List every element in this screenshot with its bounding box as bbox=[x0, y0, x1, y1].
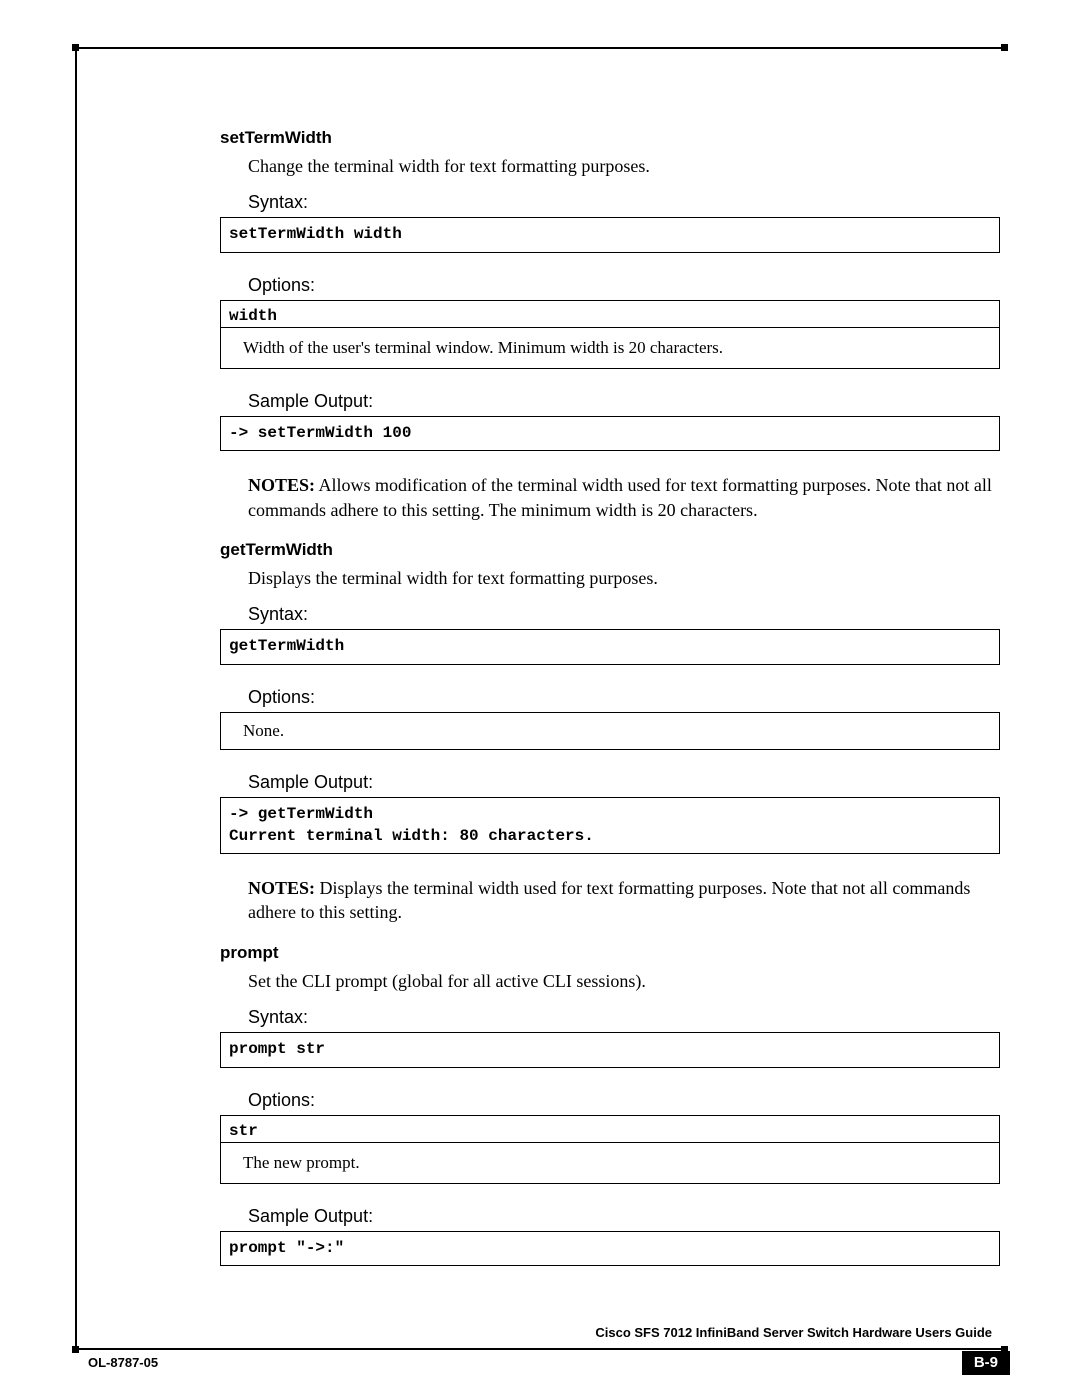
command-heading-gettermwidth: getTermWidth bbox=[220, 540, 1000, 560]
options-label: Options: bbox=[248, 687, 1000, 708]
footer-book-title: Cisco SFS 7012 InfiniBand Server Switch … bbox=[595, 1325, 992, 1340]
option-desc: None. bbox=[221, 713, 999, 749]
notes-label: NOTES: bbox=[248, 878, 315, 898]
options-box: str The new prompt. bbox=[220, 1115, 1000, 1184]
sample-output-box: -> setTermWidth 100 bbox=[220, 416, 1000, 452]
footer-doc-id: OL-8787-05 bbox=[88, 1355, 158, 1370]
notes-body: Displays the terminal width used for tex… bbox=[248, 878, 970, 922]
command-desc: Change the terminal width for text forma… bbox=[248, 154, 1000, 178]
notes-text: NOTES: Displays the terminal width used … bbox=[248, 876, 1000, 925]
option-name: width bbox=[221, 301, 999, 328]
sample-output-box: -> getTermWidth Current terminal width: … bbox=[220, 797, 1000, 854]
syntax-label: Syntax: bbox=[248, 192, 1000, 213]
options-box: None. bbox=[220, 712, 1000, 750]
options-label: Options: bbox=[248, 275, 1000, 296]
notes-text: NOTES: Allows modification of the termin… bbox=[248, 473, 1000, 522]
option-desc: Width of the user's terminal window. Min… bbox=[221, 328, 999, 368]
command-desc: Set the CLI prompt (global for all activ… bbox=[248, 969, 1000, 993]
notes-label: NOTES: bbox=[248, 475, 315, 495]
page-number: B-9 bbox=[962, 1351, 1010, 1375]
sample-output-box: prompt "->:" bbox=[220, 1231, 1000, 1267]
notes-body: Allows modification of the terminal widt… bbox=[248, 475, 992, 519]
command-desc: Displays the terminal width for text for… bbox=[248, 566, 1000, 590]
syntax-box: prompt str bbox=[220, 1032, 1000, 1068]
sample-output-label: Sample Output: bbox=[248, 772, 1000, 793]
option-name: str bbox=[221, 1116, 999, 1143]
sample-output-label: Sample Output: bbox=[248, 1206, 1000, 1227]
syntax-label: Syntax: bbox=[248, 604, 1000, 625]
options-label: Options: bbox=[248, 1090, 1000, 1111]
page-content: setTermWidth Change the terminal width f… bbox=[220, 120, 1000, 1288]
command-heading-settermwidth: setTermWidth bbox=[220, 128, 1000, 148]
syntax-box: getTermWidth bbox=[220, 629, 1000, 665]
syntax-label: Syntax: bbox=[248, 1007, 1000, 1028]
option-desc: The new prompt. bbox=[221, 1143, 999, 1183]
sample-output-label: Sample Output: bbox=[248, 391, 1000, 412]
command-heading-prompt: prompt bbox=[220, 943, 1000, 963]
options-box: width Width of the user's terminal windo… bbox=[220, 300, 1000, 369]
syntax-box: setTermWidth width bbox=[220, 217, 1000, 253]
